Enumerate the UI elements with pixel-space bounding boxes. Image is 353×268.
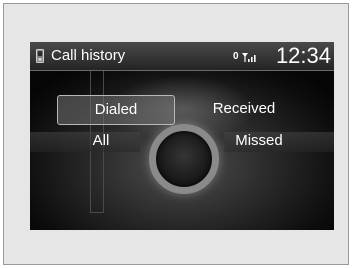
- menu-area: Dialed Received All Missed: [30, 71, 334, 230]
- signal-strength-icon: [241, 53, 256, 62]
- received-button[interactable]: Received: [185, 95, 303, 125]
- phone-icon: [36, 49, 44, 63]
- signal-digit: 0: [233, 51, 239, 62]
- missed-button[interactable]: Missed: [200, 129, 318, 155]
- screen-title: Call history: [51, 47, 126, 64]
- clock: 12:34: [275, 43, 331, 68]
- signal-indicator: 0: [233, 52, 259, 62]
- display-screen: Call history 0 12:34 Dialed Received All…: [30, 42, 334, 230]
- dialed-button[interactable]: Dialed: [57, 95, 175, 125]
- all-button[interactable]: All: [42, 129, 160, 155]
- status-bar: Call history 0 12:34: [30, 42, 334, 71]
